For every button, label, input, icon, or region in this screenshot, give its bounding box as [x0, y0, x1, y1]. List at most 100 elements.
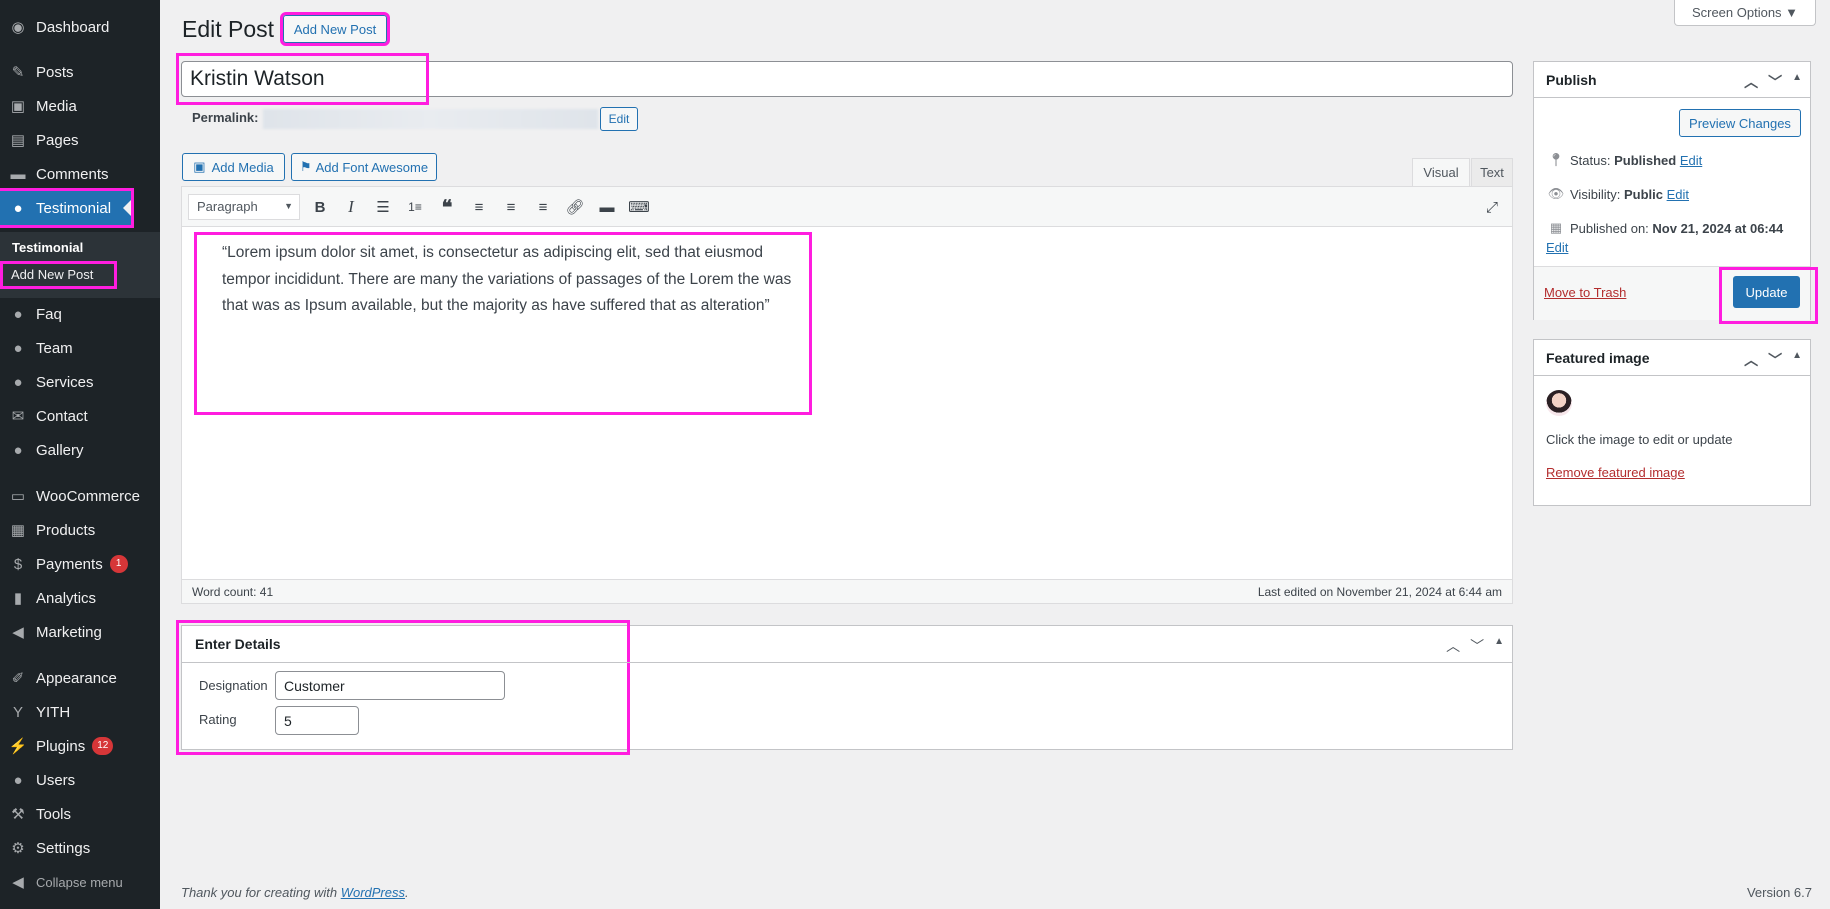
post-content[interactable]: “Lorem ipsum dolor sit amet, is consecte… [222, 240, 802, 320]
sidebar-item-testimonial[interactable]: ● Testimonial [0, 188, 134, 228]
payments-icon: $ [13, 555, 23, 573]
tab-text[interactable]: Text [1471, 158, 1513, 186]
fullscreen-icon[interactable]: ⤢ [1480, 195, 1504, 219]
sidebar-item-pages[interactable]: ▤ Pages [0, 123, 160, 157]
sidebar-item-comments[interactable]: ▬ Comments [0, 157, 160, 191]
read-more-icon[interactable]: ▬ [595, 195, 619, 219]
publish-title: Publish ︿ ﹀ ▲ [1534, 62, 1810, 98]
chevron-down-icon[interactable]: ﹀ [1768, 72, 1782, 92]
update-count-badge: 1 [109, 555, 128, 573]
bullet-list-icon[interactable]: ☰ [371, 195, 395, 219]
bold-icon[interactable]: B [308, 195, 332, 219]
blockquote-icon[interactable]: ❝ [435, 195, 459, 219]
chevron-down-icon[interactable]: ﹀ [1470, 636, 1484, 656]
visibility-edit-link[interactable]: Edit [1667, 187, 1689, 202]
sidebar-item-plugins[interactable]: ⚡ Plugins 12 [0, 729, 160, 763]
sidebar-item-label: Comments [36, 165, 109, 183]
sidebar-item-settings[interactable]: ⚙ Settings [0, 831, 160, 865]
toggle-panel-icon[interactable]: ▲ [1494, 636, 1504, 656]
users-icon: ● [13, 771, 23, 789]
rating-label: Rating [199, 712, 237, 727]
toggle-panel-icon[interactable]: ▲ [1792, 350, 1802, 370]
sidebar-item-services[interactable]: ● Services [0, 365, 160, 399]
align-right-icon[interactable]: ≡ [531, 195, 555, 219]
sidebar-item-yith[interactable]: Y YITH [0, 695, 160, 729]
post-title-input[interactable]: Kristin Watson [176, 53, 1513, 105]
woo-icon: ▭ [10, 488, 26, 505]
add-font-awesome-button[interactable]: ⚑ Add Font Awesome [291, 153, 437, 181]
sidebar-item-woocommerce[interactable]: ▭ WooCommerce [0, 479, 160, 513]
sidebar-item-media[interactable]: ▣ Media [0, 89, 160, 123]
footer-thanks: Thank you for creating with WordPress. [181, 885, 409, 900]
align-center-icon[interactable]: ≡ [499, 195, 523, 219]
add-new-post-button[interactable]: Add New Post [280, 12, 390, 46]
published-edit-link[interactable]: Edit [1546, 240, 1568, 255]
sidebar-item-gallery[interactable]: ● Gallery [0, 433, 160, 467]
footer-dot: . [405, 885, 409, 900]
remove-featured-image-link[interactable]: Remove featured image [1546, 465, 1685, 480]
sidebar-item-appearance[interactable]: ✐ Appearance [0, 661, 160, 695]
wrench-icon: ⚒ [11, 806, 25, 823]
yith-icon: Y [12, 703, 23, 721]
submenu-title[interactable]: Testimonial [12, 240, 83, 255]
sidebar-item-label: WooCommerce [36, 487, 140, 505]
chevron-up-icon[interactable]: ︿ [1744, 350, 1758, 370]
sidebar-item-tools[interactable]: ⚒ Tools [0, 797, 160, 831]
featured-image-box: Featured image ︿ ﹀ ▲ Click the image to … [1533, 339, 1811, 506]
sidebar-item-posts[interactable]: ✎ Posts [0, 55, 160, 89]
collapse-menu-button[interactable]: ◀ Collapse menu [0, 865, 160, 899]
featured-title-text: Featured image [1546, 350, 1650, 366]
permalink-url[interactable] [263, 109, 598, 129]
link-icon[interactable]: 🔗︎ [563, 195, 587, 219]
preview-changes-button[interactable]: Preview Changes [1679, 109, 1801, 137]
format-select[interactable]: Paragraph [188, 194, 300, 220]
move-to-trash-link[interactable]: Move to Trash [1544, 285, 1626, 300]
sidebar-item-label: Users [36, 771, 76, 789]
sidebar-item-team[interactable]: ● Team [0, 331, 160, 365]
featured-image-thumbnail[interactable] [1546, 390, 1572, 416]
chevron-down-icon[interactable]: ﹀ [1768, 350, 1782, 370]
toolbar-toggle-icon[interactable]: ⌨ [627, 195, 651, 219]
designation-field[interactable]: Customer [275, 671, 505, 700]
update-button[interactable]: Update [1733, 276, 1800, 308]
numbered-list-icon[interactable]: 1≡ [403, 195, 427, 219]
sidebar-item-dashboard[interactable]: ◉ Dashboard [0, 10, 160, 44]
sidebar-item-label: Settings [36, 839, 91, 857]
sidebar-item-label: YITH [36, 703, 71, 721]
align-left-icon[interactable]: ≡ [467, 195, 491, 219]
published-row: ▦ Published on: Nov 21, 2024 at 06:44 [1546, 220, 1783, 236]
permalink-edit-button[interactable]: Edit [600, 107, 638, 131]
chevron-up-icon[interactable]: ︿ [1744, 72, 1758, 92]
sidebar-item-payments[interactable]: $ Payments 1 [0, 547, 160, 581]
sidebar-item-analytics[interactable]: ▮ Analytics [0, 581, 160, 615]
sidebar-item-marketing[interactable]: ◀ Marketing [0, 615, 160, 649]
submenu-add-new-post[interactable]: Add New Post [0, 261, 117, 289]
person-icon: ● [13, 305, 23, 323]
wordpress-link[interactable]: WordPress [341, 885, 405, 900]
title-highlight [176, 53, 429, 105]
word-count: Word count: 41 [192, 584, 274, 599]
permalink-label: Permalink: [192, 110, 259, 125]
add-media-button[interactable]: ▣ Add Media [182, 153, 285, 181]
sidebar-item-contact[interactable]: ✉ Contact [0, 399, 160, 433]
status-edit-link[interactable]: Edit [1680, 153, 1702, 168]
footer-version: Version 6.7 [1746, 885, 1812, 900]
pin-icon: 📍︎ [1547, 152, 1565, 167]
footer-thanks-text: Thank you for creating with [181, 885, 341, 900]
sidebar-item-products[interactable]: ▦ Products [0, 513, 160, 547]
italic-icon[interactable]: I [339, 195, 363, 219]
media-icon: ▣ [193, 159, 206, 174]
sidebar-item-label: Dashboard [36, 18, 110, 36]
editor-statusbar: Word count: 41 Last edited on November 2… [182, 579, 1512, 603]
toggle-panel-icon[interactable]: ▲ [1792, 72, 1802, 92]
rating-field[interactable]: 5 [275, 706, 359, 735]
add-media-label: Add Media [211, 159, 274, 175]
post-editor[interactable]: Paragraph B I ☰ 1≡ ❝ ≡ ≡ ≡ 🔗︎ ▬ ⌨ ⤢ “Lor… [181, 186, 1513, 604]
sidebar-item-users[interactable]: ● Users [0, 763, 160, 797]
comments-icon: ▬ [10, 165, 26, 183]
sidebar-item-faq[interactable]: ● Faq [0, 297, 160, 331]
chart-icon: ▮ [13, 590, 23, 607]
chevron-up-icon[interactable]: ︿ [1446, 636, 1460, 656]
tab-visual[interactable]: Visual [1412, 158, 1470, 186]
screen-options-button[interactable]: Screen Options ▼ [1674, 0, 1816, 26]
